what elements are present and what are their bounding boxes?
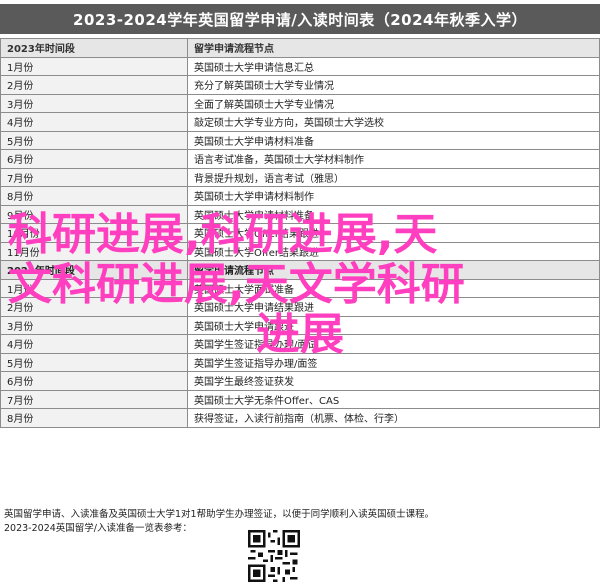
item-cell: 英国学生签证指导办理/面试 (187, 334, 600, 354)
item-cell: 英国硕士大学Offer结果跟进 (187, 223, 600, 243)
month-cell: 6月份 (0, 149, 188, 169)
item-cell: 英国硕士大学Offer结果跟进 (187, 241, 600, 261)
table-row: 5月份 英国硕士大学申请材料准备 (0, 130, 600, 150)
month-cell: 4月份 (0, 334, 188, 354)
table-row: 4月份 英国学生签证指导办理/面试 (0, 334, 600, 354)
table-subheader-row: 2024年时间段 留学申请流程节点 (0, 260, 600, 280)
page-title: 2023-2024学年英国留学申请/入读时间表（2024年秋季入学） (0, 4, 600, 34)
month-cell: 6月份 (0, 371, 188, 391)
subheader-month: 2024年时间段 (0, 260, 188, 280)
item-cell: 英国学生签证指导办理/面签 (187, 352, 600, 372)
table-row: 6月份 英国学生最终签证获发 (0, 371, 600, 391)
table-row: 5月份 英国学生签证指导办理/面签 (0, 352, 600, 372)
header-month: 2023年时间段 (0, 38, 188, 58)
item-cell: 全面了解英国硕士大学专业情况 (187, 93, 600, 113)
month-cell: 3月份 (0, 315, 188, 335)
table-row: 3月份 英国硕士大学申请跟进 (0, 315, 600, 335)
month-cell: 8月份 (0, 186, 188, 206)
month-cell: 11月份 (0, 241, 188, 261)
month-cell: 2月份 (0, 297, 188, 317)
item-cell: 英国硕士大学申请信息汇总 (187, 56, 600, 76)
table-row: 7月份 背景提升规划，语言考试（雅思） (0, 167, 600, 187)
month-cell: 5月份 (0, 352, 188, 372)
table-row: 8月份 英国硕士大学申请材料制作 (0, 186, 600, 206)
table-row: 2月份 英国硕士大学申请结果跟进 (0, 297, 600, 317)
table-row: 4月份 敲定硕士大学专业方向，英国硕士大学选校 (0, 112, 600, 132)
table-row: 3月份 全面了解英国硕士大学专业情况 (0, 93, 600, 113)
table-row: 11月份 英国硕士大学Offer结果跟进 (0, 241, 600, 261)
item-cell: 敲定硕士大学专业方向，英国硕士大学选校 (187, 112, 600, 132)
item-cell: 英国硕士大学申请材料准备 (187, 204, 600, 224)
footer-note-line: 英国留学申请、入读准备及英国硕士大学1对1帮助学生办理签证，以便于同学顺利入读英… (4, 509, 435, 520)
month-cell: 1月份 (0, 278, 188, 298)
month-cell: 9月份 (0, 204, 188, 224)
month-cell: 3月份 (0, 93, 188, 113)
table-row: 10月份 英国硕士大学Offer结果跟进 (0, 223, 600, 243)
item-cell: 英国硕士大学面试准备 (187, 278, 600, 298)
item-cell: 获得签证，入读行前指南（机票、体检、行李） (187, 408, 600, 428)
month-cell: 1月份 (0, 56, 188, 76)
footer-note-line: 2023-2024英国留学/入读准备一览表参考： (4, 523, 192, 534)
month-cell: 5月份 (0, 130, 188, 150)
table-row: 8月份 获得签证，入读行前指南（机票、体检、行李） (0, 408, 600, 428)
footer-notes: 英国留学申请、入读准备及英国硕士大学1对1帮助学生办理签证，以便于同学顺利入读英… (0, 508, 600, 536)
item-cell: 英国硕士大学无条件Offer、CAS (187, 389, 600, 409)
item-cell: 英国硕士大学申请材料准备 (187, 130, 600, 150)
month-cell: 10月份 (0, 223, 188, 243)
item-cell: 背景提升规划，语言考试（雅思） (187, 167, 600, 187)
month-cell: 7月份 (0, 389, 188, 409)
qr-code-icon (248, 530, 300, 582)
month-cell: 7月份 (0, 167, 188, 187)
item-cell: 英国硕士大学申请跟进 (187, 315, 600, 335)
table-header-row: 2023年时间段 留学申请流程节点 (0, 38, 600, 58)
table-row: 1月份 英国硕士大学面试准备 (0, 278, 600, 298)
table-row: 7月份 英国硕士大学无条件Offer、CAS (0, 389, 600, 409)
schedule-table: 2023年时间段 留学申请流程节点 1月份 英国硕士大学申请信息汇总 2月份 充分了… (0, 38, 600, 428)
item-cell: 英国硕士大学申请结果跟进 (187, 297, 600, 317)
table-row: 1月份 英国硕士大学申请信息汇总 (0, 56, 600, 76)
month-cell: 2月份 (0, 75, 188, 95)
subheader-item: 留学申请流程节点 (187, 260, 600, 280)
item-cell: 语言考试准备，英国硕士大学材料制作 (187, 149, 600, 169)
month-cell: 8月份 (0, 408, 188, 428)
header-item: 留学申请流程节点 (187, 38, 600, 58)
item-cell: 充分了解英国硕士大学专业情况 (187, 75, 600, 95)
item-cell: 英国学生最终签证获发 (187, 371, 600, 391)
table-row: 9月份 英国硕士大学申请材料准备 (0, 204, 600, 224)
table-row: 6月份 语言考试准备，英国硕士大学材料制作 (0, 149, 600, 169)
table-row: 2月份 充分了解英国硕士大学专业情况 (0, 75, 600, 95)
month-cell: 4月份 (0, 112, 188, 132)
item-cell: 英国硕士大学申请材料制作 (187, 186, 600, 206)
schedule-sheet: 2023-2024学年英国留学申请/入读时间表（2024年秋季入学） 2023年… (0, 0, 600, 584)
